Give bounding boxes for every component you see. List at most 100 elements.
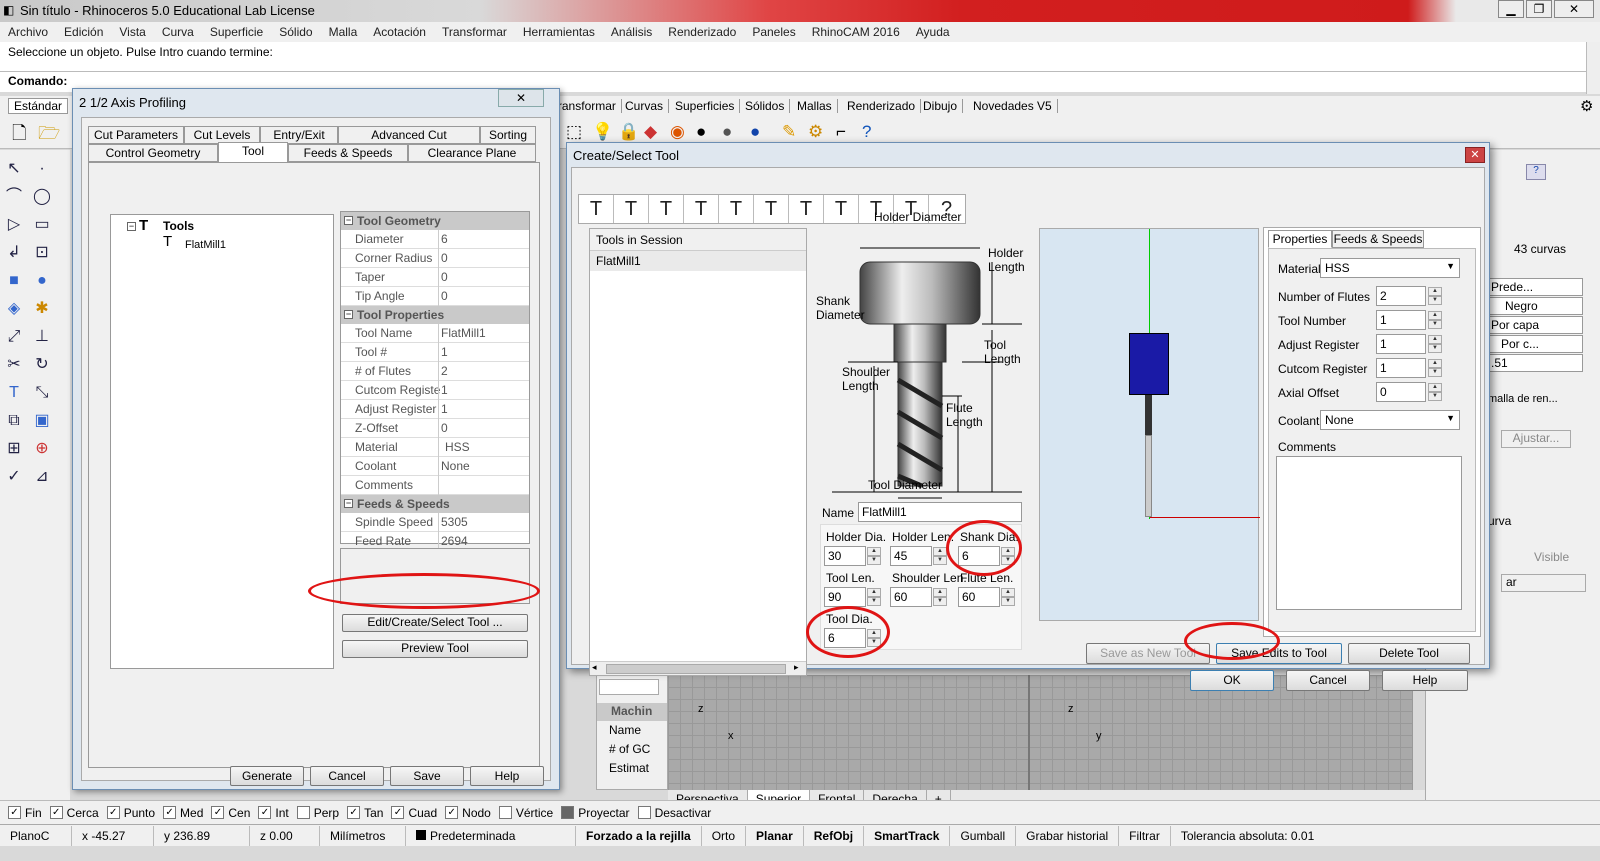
axial-offset-stepper[interactable]: ▲ ▼ bbox=[1428, 383, 1442, 401]
osnap-cuad-checkbox[interactable]: ✓ bbox=[391, 806, 405, 819]
properties-icon[interactable]: ⊿ bbox=[30, 466, 54, 488]
osnap-cen-checkbox[interactable]: ✓ bbox=[211, 806, 225, 819]
point-icon[interactable]: · bbox=[30, 158, 54, 180]
render-icon[interactable]: ⬚ bbox=[566, 122, 582, 142]
delete-tool-button[interactable]: Delete Tool bbox=[1348, 643, 1470, 664]
rotate-icon[interactable]: ↻ bbox=[30, 354, 54, 376]
menu-ayuda[interactable]: Ayuda bbox=[908, 25, 958, 39]
generate-button[interactable]: Generate bbox=[230, 766, 304, 786]
new-file-icon[interactable]: 🗋 bbox=[12, 121, 26, 151]
tab-clearance-plane[interactable]: Clearance Plane bbox=[408, 144, 536, 162]
scroll-thumb[interactable] bbox=[606, 664, 786, 674]
osnap-cen[interactable]: ✓ Cen bbox=[211, 806, 250, 820]
tab-cut-parameters[interactable]: Cut Parameters bbox=[88, 126, 184, 144]
rectangle-icon[interactable]: ▭ bbox=[30, 214, 54, 236]
status-grid-snap[interactable]: Forzado a la rejilla bbox=[576, 825, 702, 846]
osnap-punto-checkbox[interactable]: ✓ bbox=[106, 806, 120, 819]
scroll-right-icon[interactable]: ▸ bbox=[794, 662, 799, 673]
collapse-icon[interactable]: − bbox=[344, 216, 353, 225]
profiling-cancel-button[interactable]: Cancel bbox=[310, 766, 384, 786]
adjust-register-stepper[interactable]: ▲ ▼ bbox=[1428, 335, 1442, 353]
osnap-proyectar-checkbox[interactable] bbox=[561, 806, 575, 819]
osnap-proyectar[interactable]: Proyectar bbox=[561, 806, 630, 820]
status-gumball[interactable]: Gumball bbox=[950, 825, 1017, 846]
panel-help-icon[interactable]: ? bbox=[1526, 164, 1546, 180]
menu-malla[interactable]: Malla bbox=[321, 25, 366, 39]
cube-icon[interactable]: ▣ bbox=[30, 410, 54, 432]
tab-control-geometry[interactable]: Control Geometry bbox=[88, 144, 218, 162]
tool-preview-viewport[interactable] bbox=[1039, 228, 1260, 621]
osnap-med[interactable]: ✓ Med bbox=[163, 806, 203, 820]
maximize-button[interactable]: ❐ bbox=[1526, 0, 1552, 18]
menu-vista[interactable]: Vista bbox=[111, 25, 153, 39]
circle-icon[interactable]: ◯ bbox=[30, 186, 54, 208]
polyline-icon[interactable]: ⌒ bbox=[2, 186, 26, 208]
osnap-nodo-checkbox[interactable]: ✓ bbox=[445, 806, 459, 819]
flute-len-input[interactable]: 60 bbox=[958, 587, 1000, 607]
command-scrollbar[interactable] bbox=[1586, 42, 1600, 94]
tab-feeds-speeds[interactable]: Feeds & Speeds bbox=[288, 144, 408, 162]
osnap-tan-checkbox[interactable]: ✓ bbox=[347, 806, 361, 819]
osnap-cerca[interactable]: ✓ Cerca bbox=[49, 806, 99, 820]
shoulder-len-input[interactable]: 60 bbox=[890, 587, 932, 607]
menu-curva[interactable]: Curva bbox=[154, 25, 202, 39]
create-tool-close-button[interactable]: ✕ bbox=[1465, 147, 1485, 163]
holder-dia-input[interactable]: 30 bbox=[824, 546, 866, 566]
tab-advanced-cut-parameters[interactable]: Advanced Cut Parameters bbox=[338, 126, 480, 158]
cutcom-register-stepper[interactable]: ▲ ▼ bbox=[1428, 359, 1442, 377]
osnap-cerca-checkbox[interactable]: ✓ bbox=[49, 806, 63, 819]
holder-dia-stepper[interactable]: ▲ ▼ bbox=[867, 547, 881, 565]
tool-name-input[interactable]: FlatMill1 bbox=[858, 502, 1022, 522]
tab-tool[interactable]: Tool bbox=[218, 142, 288, 164]
tab-renderizado[interactable]: Renderizado bbox=[842, 99, 922, 113]
color-wheel-icon[interactable]: ◉ bbox=[670, 122, 685, 142]
trim-icon[interactable]: ✂ bbox=[2, 354, 26, 376]
menu-archivo[interactable]: Archivo bbox=[0, 25, 56, 39]
help-icon[interactable]: ? bbox=[862, 122, 871, 142]
flat-mill-tool-icon[interactable]: T bbox=[579, 195, 614, 223]
tab-estandar[interactable]: Estándar bbox=[8, 98, 69, 114]
flutes-input[interactable]: 2 bbox=[1376, 286, 1426, 306]
material-select[interactable]: HSS ▼ bbox=[1320, 258, 1460, 278]
transform-gear-icon[interactable]: ✱ bbox=[30, 298, 54, 320]
sphere-solid-icon[interactable]: ● bbox=[30, 270, 54, 292]
osnap-nodo[interactable]: ✓ Nodo bbox=[445, 806, 491, 820]
osnap-fin-checkbox[interactable]: ✓ bbox=[8, 806, 21, 819]
print-width-select[interactable]: .51 bbox=[1488, 354, 1583, 372]
tab-curvas[interactable]: Curvas bbox=[620, 99, 670, 113]
osnap-tan[interactable]: ✓ Tan bbox=[347, 806, 383, 820]
status-ortho[interactable]: Orto bbox=[702, 825, 747, 846]
minimize-button[interactable]: ▁ bbox=[1498, 0, 1524, 18]
linetype-select[interactable]: Por capa bbox=[1488, 316, 1583, 334]
section-tool-geometry[interactable]: − Tool Geometry bbox=[341, 212, 529, 230]
ball-mill-tool-icon[interactable]: T bbox=[614, 195, 649, 223]
tree-collapse-icon[interactable]: − bbox=[127, 222, 136, 231]
tab-superficies[interactable]: Superficies bbox=[670, 99, 741, 113]
scroll-left-icon[interactable]: ◂ bbox=[592, 662, 597, 673]
axial-offset-input[interactable]: 0 bbox=[1376, 382, 1426, 402]
layout-icon[interactable]: ⧉ bbox=[2, 410, 26, 432]
mesh-icon[interactable]: ◈ bbox=[2, 298, 26, 320]
menu-transformar[interactable]: Transformar bbox=[434, 25, 515, 39]
osnap-vertice-checkbox[interactable] bbox=[498, 806, 512, 819]
tab-properties[interactable]: Properties bbox=[1268, 230, 1332, 248]
tools-tree[interactable]: − T Tools T FlatMill1 bbox=[110, 214, 334, 669]
tab-dibujo[interactable]: Dibujo bbox=[918, 99, 964, 113]
menu-acotacion[interactable]: Acotación bbox=[365, 25, 434, 39]
osnap-desactivar[interactable]: Desactivar bbox=[637, 806, 711, 820]
viewport-area[interactable]: z x z y bbox=[668, 675, 1413, 790]
holder-len-stepper[interactable]: ▲ ▼ bbox=[933, 547, 947, 565]
box-icon[interactable]: ■ bbox=[2, 270, 26, 292]
osnap-fin[interactable]: ✓ Fin bbox=[8, 806, 42, 820]
dimension-tool-icon[interactable]: ⤡ bbox=[30, 382, 54, 404]
check-icon[interactable]: ✓ bbox=[2, 466, 26, 488]
tree-child-label[interactable]: FlatMill1 bbox=[185, 239, 226, 251]
profiling-help-button[interactable]: Help bbox=[470, 766, 544, 786]
osnap-desactivar-checkbox[interactable] bbox=[637, 806, 651, 819]
profiling-close-button[interactable]: ✕ bbox=[498, 89, 544, 107]
tab-novedades[interactable]: Novedades V5 bbox=[968, 99, 1058, 113]
menu-paneles[interactable]: Paneles bbox=[744, 25, 803, 39]
adjust-button[interactable]: Ajustar... bbox=[1501, 430, 1571, 448]
status-osnap[interactable]: RefObj bbox=[804, 825, 865, 846]
sphere-grey-icon[interactable]: ● bbox=[722, 122, 732, 142]
